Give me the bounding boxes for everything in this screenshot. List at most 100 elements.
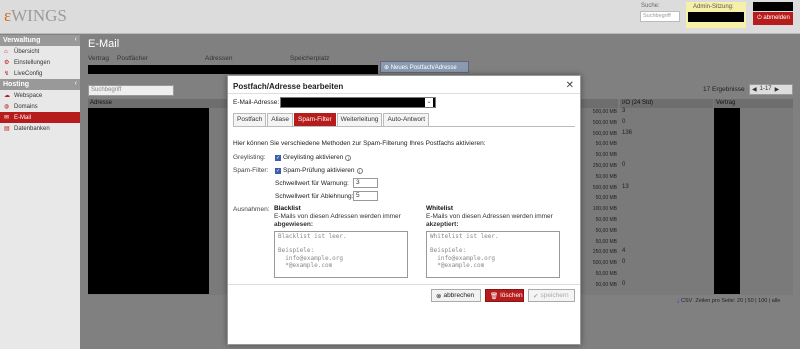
plus-circle-icon: ⊕ — [384, 65, 391, 71]
row-io-cell: 0 — [622, 162, 626, 168]
table-search-input[interactable]: Suchbegriff — [88, 85, 174, 96]
row-size-cell: 500,00 MB — [592, 130, 617, 137]
envelope-icon: ✉ — [4, 115, 10, 121]
next-page-icon[interactable]: ▶ — [775, 86, 780, 93]
row-size-cell: 500,00 MB — [592, 260, 617, 267]
tab-postfach[interactable]: Postfach — [233, 113, 267, 126]
divider — [228, 284, 580, 285]
database-icon: ▤ — [4, 126, 10, 132]
chevron-down-icon: ⌄ — [425, 98, 433, 107]
email-address-label: E-Mail-Adresse: — [233, 99, 280, 106]
greylisting-label: Greylisting: — [233, 154, 266, 161]
cloud-icon: ☁ — [4, 93, 10, 99]
result-count: 17 Ergebnisse — [703, 86, 745, 93]
sidebar: Verwaltung ‹ ⌂ Übersicht ⚙ Einstellungen ↯ L… — [0, 35, 80, 349]
search-label: Suche: — [641, 3, 660, 9]
sidebar-item-datenbanken[interactable]: ▤ Datenbanken — [0, 123, 80, 134]
contract-column-redacted — [714, 108, 740, 294]
tab-auto-antwort[interactable]: Auto-Antwort — [383, 113, 430, 126]
top-bar — [0, 0, 800, 34]
page-title: E-Mail — [88, 38, 120, 50]
spam-filter-label: Spam-Filter: — [233, 167, 269, 174]
divider — [228, 93, 580, 94]
row-size-cell: 500,00 MB — [592, 109, 617, 115]
greylisting-checkbox[interactable]: ✓ — [275, 154, 281, 161]
row-io-cell: 0 — [622, 259, 626, 266]
row-size-cell: 50,00 MB — [595, 227, 617, 234]
info-icon[interactable]: i — [345, 154, 352, 161]
home-icon: ⌂ — [4, 48, 8, 55]
pagination[interactable]: ◀ 1-17 ▶ — [749, 84, 793, 95]
page-range[interactable]: 1-17 — [760, 86, 772, 93]
sidebar-item-domains[interactable]: ◍ Domains — [0, 101, 80, 112]
warning-threshold-label: Schwellwert für Warnung: — [275, 180, 349, 187]
column-header-vertrag[interactable]: Vertrag — [714, 99, 793, 108]
tab-underline — [233, 126, 575, 127]
row-io-cell: 4 — [622, 248, 626, 255]
rows-per-page-options[interactable]: 20 | 50 | 100 | alle — [737, 298, 780, 304]
row-size-cell: 500,00 MB — [592, 184, 617, 191]
warning-threshold-input[interactable]: 3 — [353, 178, 378, 188]
sidebar-item-liveconfig[interactable]: ↯ LiveConfig — [0, 68, 80, 79]
whitelist-title: Whitelist — [426, 205, 454, 212]
new-mailbox-button[interactable]: ⊕ Neues Postfach/Adresse — [380, 61, 469, 73]
row-size-cell: 50,00 MB — [595, 195, 617, 202]
row-io-cell: 136 — [622, 129, 633, 136]
sidebar-item-webspace[interactable]: ☁ Webspace — [0, 90, 80, 101]
reject-threshold-label: Schwellwert für Ablehnung: — [275, 193, 354, 200]
delete-button[interactable]: 🗑 löschen — [485, 289, 524, 302]
row-size-cell: 50,00 MB — [595, 238, 617, 245]
row-io-cell: 3 — [622, 108, 626, 114]
dialog-title: Postfach/Adresse bearbeiten — [233, 82, 344, 91]
checkmark-icon: ✔ — [533, 292, 539, 300]
save-button[interactable]: ✔ speichern — [528, 289, 575, 302]
logo[interactable]: εWINGS — [4, 6, 67, 26]
gear-icon: ⚙ — [4, 60, 10, 66]
reject-threshold-input[interactable]: 5 — [353, 191, 378, 201]
column-header-io[interactable]: I/O (24 Std) — [620, 99, 713, 108]
greylisting-option[interactable]: ✓ Greylisting aktivieren i — [275, 154, 352, 161]
logout-button[interactable]: ⏻ abmelden — [753, 12, 793, 25]
row-size-cell: 50,00 MB — [595, 152, 617, 159]
email-address-select[interactable]: ⌄ — [280, 97, 436, 108]
row-size-cell: 100,00 MB — [592, 206, 617, 213]
globe-icon: ◍ — [4, 104, 10, 110]
dialog-tabs: Postfach Aliase Spam-Filter Weiterleitun… — [233, 113, 430, 126]
spam-check-option[interactable]: ✓ Spam-Prüfung aktivieren i — [275, 167, 363, 174]
sidebar-item-einstellungen[interactable]: ⚙ Einstellungen — [0, 57, 80, 68]
prev-page-icon[interactable]: ◀ — [752, 86, 757, 93]
row-size-cell: 50,00 MB — [595, 217, 617, 223]
filter-label-adressen: Adressen — [205, 55, 233, 62]
row-size-cell: 50,00 MB — [595, 173, 617, 180]
tab-spam-filter[interactable]: Spam-Filter — [294, 113, 336, 126]
row-size-cell: 250,00 MB — [592, 163, 617, 169]
blacklist-textarea[interactable]: Blacklist ist leer. Beispiele: info@exam… — [274, 231, 408, 278]
sidebar-item-uebersicht[interactable]: ⌂ Übersicht — [0, 46, 80, 57]
info-icon[interactable]: i — [356, 167, 363, 174]
row-io-cell: 13 — [622, 183, 629, 190]
global-search-input[interactable]: Suchbegriff — [640, 11, 680, 22]
edit-mailbox-dialog: Postfach/Adresse bearbeiten ✕ E-Mail-Adr… — [227, 75, 581, 345]
table-footer: ⤓ CSV Zeilen pro Seite: 20 | 50 | 100 | … — [677, 298, 781, 304]
tab-weiterleitung[interactable]: Weiterleitung — [336, 113, 383, 126]
cancel-button[interactable]: ⊗ abbrechen — [431, 289, 481, 302]
filter-label-postfaecher: Postfächer — [117, 55, 149, 62]
row-io-cell: 0 — [622, 118, 626, 125]
csv-export-link[interactable]: CSV — [681, 298, 692, 304]
spam-check-checkbox[interactable]: ✓ — [275, 167, 281, 174]
tab-aliase[interactable]: Aliase — [267, 113, 294, 126]
username-display — [753, 2, 793, 11]
row-size-cell: 250,00 MB — [592, 249, 617, 256]
sidebar-section-verwaltung[interactable]: Verwaltung ‹ — [0, 35, 80, 46]
sidebar-item-email[interactable]: ✉ E-Mail — [0, 112, 80, 123]
chevron-left-icon: ‹ — [74, 36, 77, 43]
close-icon[interactable]: ✕ — [566, 80, 574, 91]
whitelist-textarea[interactable]: Whitelist ist leer. Beispiele: info@exam… — [426, 231, 560, 278]
address-column-redacted — [88, 108, 209, 294]
sidebar-section-hosting[interactable]: Hosting ‹ — [0, 79, 80, 90]
liveconfig-icon: ↯ — [4, 71, 10, 77]
exceptions-label: Ausnahmen: — [233, 206, 270, 213]
spam-filter-intro: Hier können Sie verschiedene Methoden zu… — [233, 140, 486, 147]
row-io-cell: 0 — [622, 280, 626, 287]
row-size-cell: 50,00 MB — [595, 141, 617, 148]
